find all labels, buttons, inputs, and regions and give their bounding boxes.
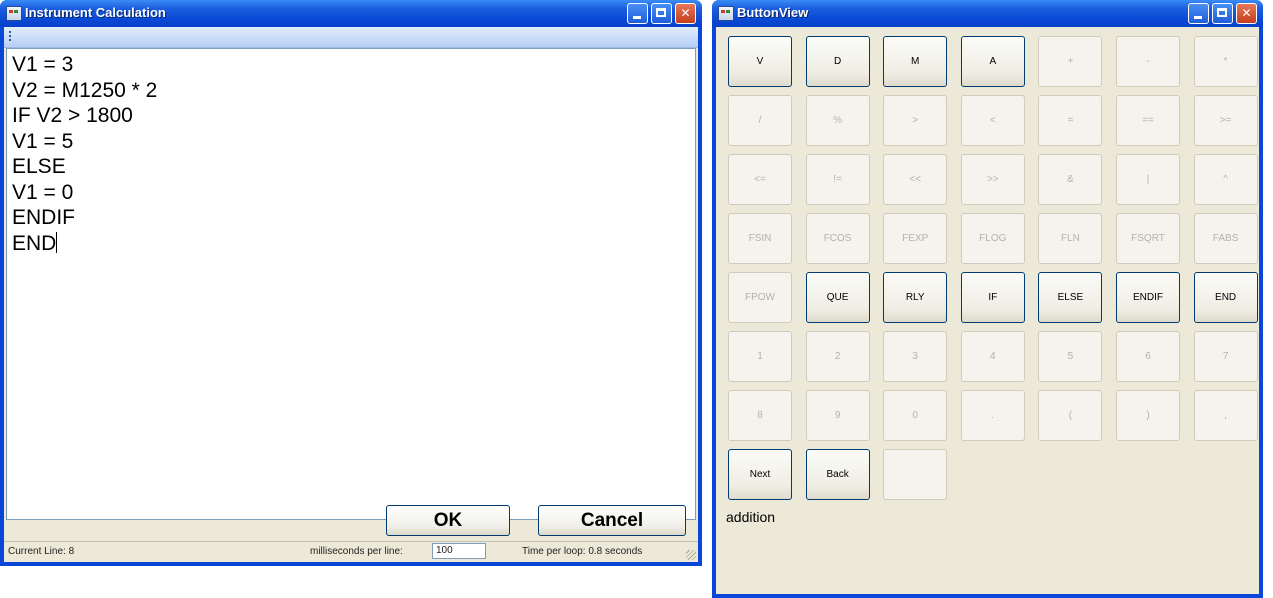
calc-button[interactable]: ELSE	[1038, 272, 1103, 323]
calc-button[interactable]: +	[1038, 36, 1103, 87]
code-line: ENDIF	[12, 206, 75, 229]
title-bar[interactable]: Instrument Calculation ✕	[0, 0, 702, 27]
window-title: ButtonView	[737, 5, 809, 20]
calc-button[interactable]: FABS	[1193, 213, 1258, 264]
calc-button[interactable]: IF	[960, 272, 1025, 323]
calc-button[interactable]: .	[960, 390, 1025, 441]
calc-button[interactable]: RLY	[883, 272, 948, 323]
calc-button[interactable]: FSQRT	[1116, 213, 1180, 264]
calc-button[interactable]: 0	[883, 390, 948, 441]
close-icon[interactable]: ✕	[1236, 3, 1257, 24]
calc-button[interactable]: FCOS	[805, 213, 870, 264]
close-icon[interactable]: ✕	[675, 3, 696, 24]
calc-button[interactable]: FLN	[1038, 213, 1103, 264]
buttonview-window: ButtonView ✕ V D M A + - * /% > < = == >= <= != << >> & | ^…	[712, 0, 1263, 598]
app-icon	[6, 6, 22, 21]
code-line: IF V2 > 1800	[12, 104, 133, 127]
calc-button[interactable]: /	[728, 95, 792, 146]
ms-per-line-input[interactable]: 100	[432, 543, 486, 559]
window-client: V1 = 3 V2 = M1250 * 2 IF V2 > 1800 V1 = 5 EL…	[4, 27, 698, 562]
calc-button[interactable]: FLOG	[960, 213, 1025, 264]
calc-button[interactable]: )	[1116, 390, 1180, 441]
calc-button[interactable]: 2	[805, 331, 870, 382]
window-title: Instrument Calculation	[25, 5, 166, 20]
code-line: V1 = 0	[12, 180, 74, 204]
calc-button[interactable]: 4	[960, 331, 1025, 382]
minimize-icon[interactable]	[1188, 3, 1209, 24]
calc-button[interactable]: |	[1116, 154, 1180, 205]
code-line: ELSE	[12, 155, 66, 178]
calc-button[interactable]	[883, 449, 948, 500]
calc-button[interactable]: FEXP	[883, 213, 948, 264]
code-line: V1 = 3	[12, 53, 74, 76]
calc-button[interactable]: M	[883, 36, 948, 87]
calc-button[interactable]: Next	[728, 449, 792, 500]
code-editor[interactable]: V1 = 3 V2 = M1250 * 2 IF V2 > 1800 V1 = 5 EL…	[6, 48, 696, 520]
calc-button[interactable]: ^	[1193, 154, 1258, 205]
calc-button[interactable]: >	[883, 95, 948, 146]
calc-button[interactable]: ==	[1116, 95, 1180, 146]
calc-button[interactable]: <	[960, 95, 1025, 146]
calc-button[interactable]: FSIN	[728, 213, 792, 264]
maximize-icon[interactable]	[1212, 3, 1233, 24]
calc-button[interactable]: 3	[883, 331, 948, 382]
calc-button[interactable]: QUE	[805, 272, 870, 323]
hint-text: addition	[726, 509, 776, 525]
instrument-calculation-window: Instrument Calculation ✕ V1 = 3 V2 = M125…	[0, 0, 702, 566]
calc-button[interactable]: <<	[883, 154, 948, 205]
calc-button[interactable]: D	[805, 36, 870, 87]
ok-button[interactable]: OK	[386, 505, 510, 536]
code-lines: V1 = 3 V2 = M1250 * 2 IF V2 > 1800 V1 = 5 EL…	[7, 49, 695, 256]
resize-grip-icon[interactable]	[686, 550, 696, 560]
calc-button[interactable]: END	[1193, 272, 1258, 323]
minimize-icon[interactable]	[627, 3, 648, 24]
calc-button[interactable]: &	[1038, 154, 1103, 205]
calc-button[interactable]: FPOW	[728, 272, 792, 323]
time-per-loop-status: Time per loop: 0.8 seconds	[522, 546, 643, 557]
toolstrip	[4, 27, 698, 48]
maximize-icon[interactable]	[651, 3, 672, 24]
window-client: V D M A + - * /% > < = == >= <= != << >> & | ^ FSIN FCOS FEXP F…	[716, 27, 1259, 594]
calc-button[interactable]: Back	[805, 449, 870, 500]
app-icon	[718, 6, 734, 21]
calc-button[interactable]: >=	[1193, 95, 1258, 146]
current-line-status: Current Line: 8	[8, 546, 75, 557]
calc-button[interactable]: %	[805, 95, 870, 146]
ms-per-line-label: milliseconds per line:	[310, 546, 403, 557]
toolstrip-grip-icon[interactable]	[9, 31, 11, 43]
title-bar[interactable]: ButtonView ✕	[712, 0, 1263, 27]
calc-button[interactable]: >>	[960, 154, 1025, 205]
calc-button[interactable]: *	[1193, 36, 1258, 87]
code-line: V2 = M1250 * 2	[12, 78, 158, 102]
calc-button[interactable]: 5	[1038, 331, 1103, 382]
code-line: END	[12, 231, 58, 255]
calc-button[interactable]: 8	[728, 390, 792, 441]
text-caret	[56, 231, 58, 253]
calc-button[interactable]: <=	[728, 154, 792, 205]
calc-button[interactable]: =	[1038, 95, 1103, 146]
calc-button[interactable]: (	[1038, 390, 1103, 441]
calc-button[interactable]: V	[728, 36, 792, 87]
calc-button[interactable]: -	[1116, 36, 1180, 87]
calc-button[interactable]: ENDIF	[1116, 272, 1180, 323]
cancel-button[interactable]: Cancel	[538, 505, 686, 536]
calc-button[interactable]: A	[960, 36, 1025, 87]
status-bar: Current Line: 8 milliseconds per line: 1…	[4, 541, 698, 562]
calc-button[interactable]: 6	[1116, 331, 1180, 382]
calc-button[interactable]: 1	[728, 331, 792, 382]
calc-button[interactable]: !=	[805, 154, 870, 205]
calc-button[interactable]: 9	[805, 390, 870, 441]
calc-button[interactable]: ,	[1193, 390, 1258, 441]
calc-button[interactable]: 7	[1193, 331, 1258, 382]
code-line: V1 = 5	[12, 129, 74, 153]
